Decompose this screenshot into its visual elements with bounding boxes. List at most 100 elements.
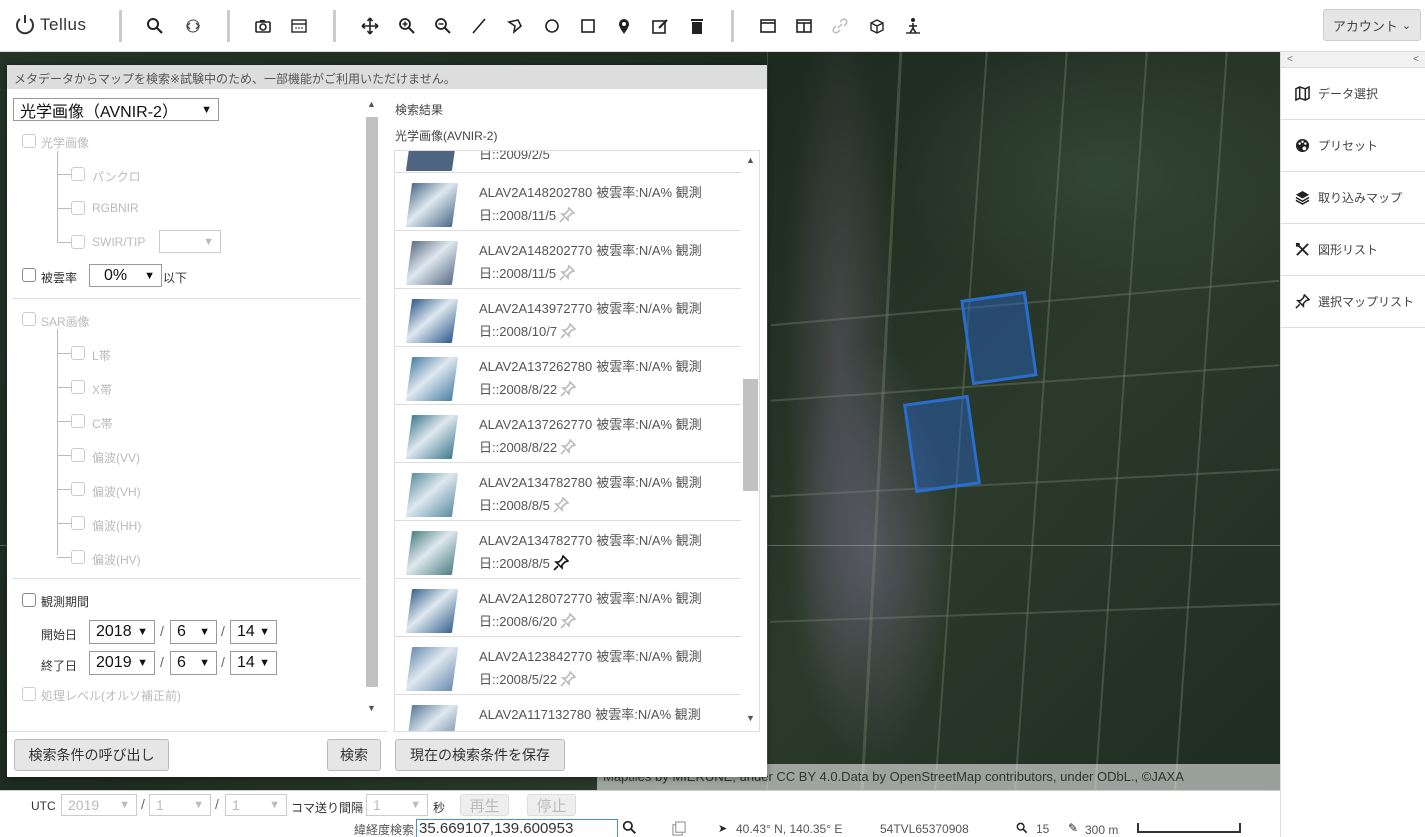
footprint-polygon[interactable] bbox=[903, 394, 981, 494]
result-row[interactable]: ALAV2A134782780 被雲率:N/A% 観測 日::2008/8/5 bbox=[395, 463, 741, 521]
chevron-left-icon[interactable]: < bbox=[1287, 52, 1293, 67]
sar-band-checkbox[interactable] bbox=[71, 550, 85, 564]
scroll-down-icon[interactable]: ▼ bbox=[367, 703, 376, 713]
single-view-icon[interactable] bbox=[756, 14, 780, 38]
result-id: ALAV2A117132780 bbox=[479, 707, 592, 722]
result-row[interactable]: 日::2009/2/5 bbox=[395, 151, 741, 173]
copy-icon[interactable] bbox=[672, 821, 687, 837]
window-icon[interactable] bbox=[287, 14, 311, 38]
result-row[interactable]: ALAV2A123842770 被雲率:N/A% 観測 日::2008/5/22 bbox=[395, 637, 741, 695]
period-checkbox[interactable] bbox=[22, 593, 36, 607]
scrollbar-thumb[interactable] bbox=[366, 117, 378, 687]
play-button[interactable]: 再生 bbox=[460, 794, 509, 816]
toolbar-divider bbox=[119, 10, 122, 42]
scroll-up-icon[interactable]: ▲ bbox=[367, 99, 376, 109]
pin-icon[interactable] bbox=[560, 612, 577, 636]
interval-select[interactable]: 1 ▼ bbox=[366, 794, 428, 816]
sar-band-checkbox[interactable] bbox=[71, 380, 85, 394]
pinned-icon[interactable] bbox=[553, 554, 570, 578]
scroll-down-icon[interactable]: ▼ bbox=[746, 713, 755, 723]
pin-icon[interactable] bbox=[559, 264, 576, 288]
swir-select[interactable]: ▼ bbox=[159, 230, 221, 253]
pin-icon[interactable] bbox=[560, 380, 577, 404]
sar-band-checkbox[interactable] bbox=[71, 448, 85, 462]
sidebar-item-imported-maps[interactable]: 取り込みマップ bbox=[1281, 172, 1425, 224]
conditions-scrollbar[interactable]: ▲ ▼ bbox=[363, 99, 379, 719]
code-icon[interactable] bbox=[181, 14, 205, 38]
end-month-select[interactable]: 6 ▼ bbox=[170, 651, 217, 675]
rectangle-draw-icon[interactable] bbox=[576, 14, 600, 38]
chevron-left-icon[interactable]: < bbox=[1413, 52, 1419, 67]
coord-search-input[interactable] bbox=[416, 819, 618, 837]
time-day-select[interactable]: 1 ▼ bbox=[225, 794, 287, 816]
street-view-icon[interactable] bbox=[901, 14, 925, 38]
sar-band-checkbox[interactable] bbox=[71, 346, 85, 360]
result-row[interactable]: ALAV2A148202770 被雲率:N/A% 観測 日::2008/11/5 bbox=[395, 231, 741, 289]
zoom-in-icon[interactable] bbox=[395, 14, 419, 38]
swir-checkbox[interactable] bbox=[71, 235, 85, 249]
camera-icon[interactable] bbox=[251, 14, 275, 38]
scroll-up-icon[interactable]: ▲ bbox=[746, 155, 755, 165]
result-row[interactable]: ALAV2A143972770 被雲率:N/A% 観測 日::2008/10/7 bbox=[395, 289, 741, 347]
caret-down-icon: ▼ bbox=[199, 657, 210, 669]
sar-band-label: C帯 bbox=[92, 417, 113, 431]
start-year-select[interactable]: 2018 ▼ bbox=[89, 620, 155, 644]
start-month-select[interactable]: 6 ▼ bbox=[170, 620, 217, 644]
result-row[interactable]: ALAV2A128072770 被雲率:N/A% 観測 日::2008/6/20 bbox=[395, 579, 741, 637]
recall-conditions-button[interactable]: 検索条件の呼び出し bbox=[14, 739, 169, 771]
data-type-select[interactable]: 光学画像（AVNIR-2） ▼ bbox=[13, 98, 219, 121]
pin-icon[interactable] bbox=[560, 322, 577, 346]
move-icon[interactable] bbox=[358, 14, 382, 38]
sar-checkbox[interactable] bbox=[22, 312, 36, 326]
time-year-select[interactable]: 2019 ▼ bbox=[61, 794, 137, 816]
result-row[interactable]: ALAV2A137262780 被雲率:N/A% 観測 日::2008/8/22 bbox=[395, 347, 741, 405]
result-row[interactable]: ALAV2A117132780 被雲率:N/A% 観測 bbox=[395, 695, 741, 731]
pin-icon[interactable] bbox=[560, 670, 577, 694]
footprint-polygon[interactable] bbox=[960, 290, 1038, 386]
sidebar-item-data-select[interactable]: データ選択 bbox=[1281, 68, 1425, 120]
pin-icon[interactable] bbox=[559, 206, 576, 230]
circle-draw-icon[interactable] bbox=[540, 14, 564, 38]
sidebar-collapse-bar[interactable]: < < bbox=[1281, 52, 1425, 68]
sidebar-item-preset[interactable]: プリセット bbox=[1281, 120, 1425, 172]
account-button[interactable]: アカウント ⌄ bbox=[1323, 9, 1421, 41]
rgbnir-checkbox[interactable] bbox=[71, 201, 85, 215]
trash-icon[interactable] bbox=[685, 14, 709, 38]
end-day-select[interactable]: 14 ▼ bbox=[230, 651, 277, 675]
sar-band-checkbox[interactable] bbox=[71, 516, 85, 530]
stop-button[interactable]: 停止 bbox=[527, 794, 576, 816]
end-year-select[interactable]: 2019 ▼ bbox=[89, 651, 155, 675]
sidebar-item-selected-map-list[interactable]: 選択マップリスト bbox=[1281, 276, 1425, 328]
time-month-select[interactable]: 1 ▼ bbox=[149, 794, 211, 816]
edit-icon[interactable] bbox=[648, 14, 672, 38]
cloud-rate-checkbox[interactable] bbox=[22, 268, 36, 282]
result-row[interactable]: ALAV2A148202780 被雲率:N/A% 観測 日::2008/11/5 bbox=[395, 173, 741, 231]
sar-band-checkbox[interactable] bbox=[71, 482, 85, 496]
save-conditions-button[interactable]: 現在の検索条件を保存 bbox=[395, 739, 565, 771]
3d-cube-icon[interactable] bbox=[865, 14, 889, 38]
result-row[interactable]: ALAV2A137262770 被雲率:N/A% 観測 日::2008/8/22 bbox=[395, 405, 741, 463]
results-scrollbar[interactable]: ▲ ▼ bbox=[741, 151, 759, 731]
search-button[interactable]: 検索 bbox=[327, 739, 381, 771]
zoom-out-icon[interactable] bbox=[431, 14, 455, 38]
processing-level-checkbox[interactable] bbox=[22, 687, 36, 701]
result-row[interactable]: ALAV2A134782770 被雲率:N/A% 観測 日::2008/8/5 bbox=[395, 521, 741, 579]
polygon-draw-icon[interactable] bbox=[503, 14, 527, 38]
sidebar-item-shape-list[interactable]: 図形リスト bbox=[1281, 224, 1425, 276]
split-view-icon[interactable] bbox=[792, 14, 816, 38]
tree-line bbox=[57, 455, 71, 456]
tellus-logo[interactable]: Tellus bbox=[14, 10, 86, 40]
start-day-select[interactable]: 14 ▼ bbox=[230, 620, 277, 644]
search-icon[interactable] bbox=[143, 14, 167, 38]
map-marker-icon[interactable] bbox=[612, 14, 636, 38]
optical-checkbox[interactable] bbox=[22, 134, 36, 148]
result-info: 被雲率:N/A% 観測 bbox=[596, 359, 702, 374]
pin-icon[interactable] bbox=[553, 496, 570, 520]
cloud-rate-select[interactable]: 0% ▼ bbox=[89, 264, 162, 287]
pin-icon[interactable] bbox=[560, 438, 577, 462]
line-draw-icon[interactable] bbox=[467, 14, 491, 38]
search-icon[interactable] bbox=[622, 820, 637, 837]
pancro-checkbox[interactable] bbox=[71, 167, 85, 181]
sar-band-checkbox[interactable] bbox=[71, 414, 85, 428]
scrollbar-thumb[interactable] bbox=[743, 379, 758, 491]
